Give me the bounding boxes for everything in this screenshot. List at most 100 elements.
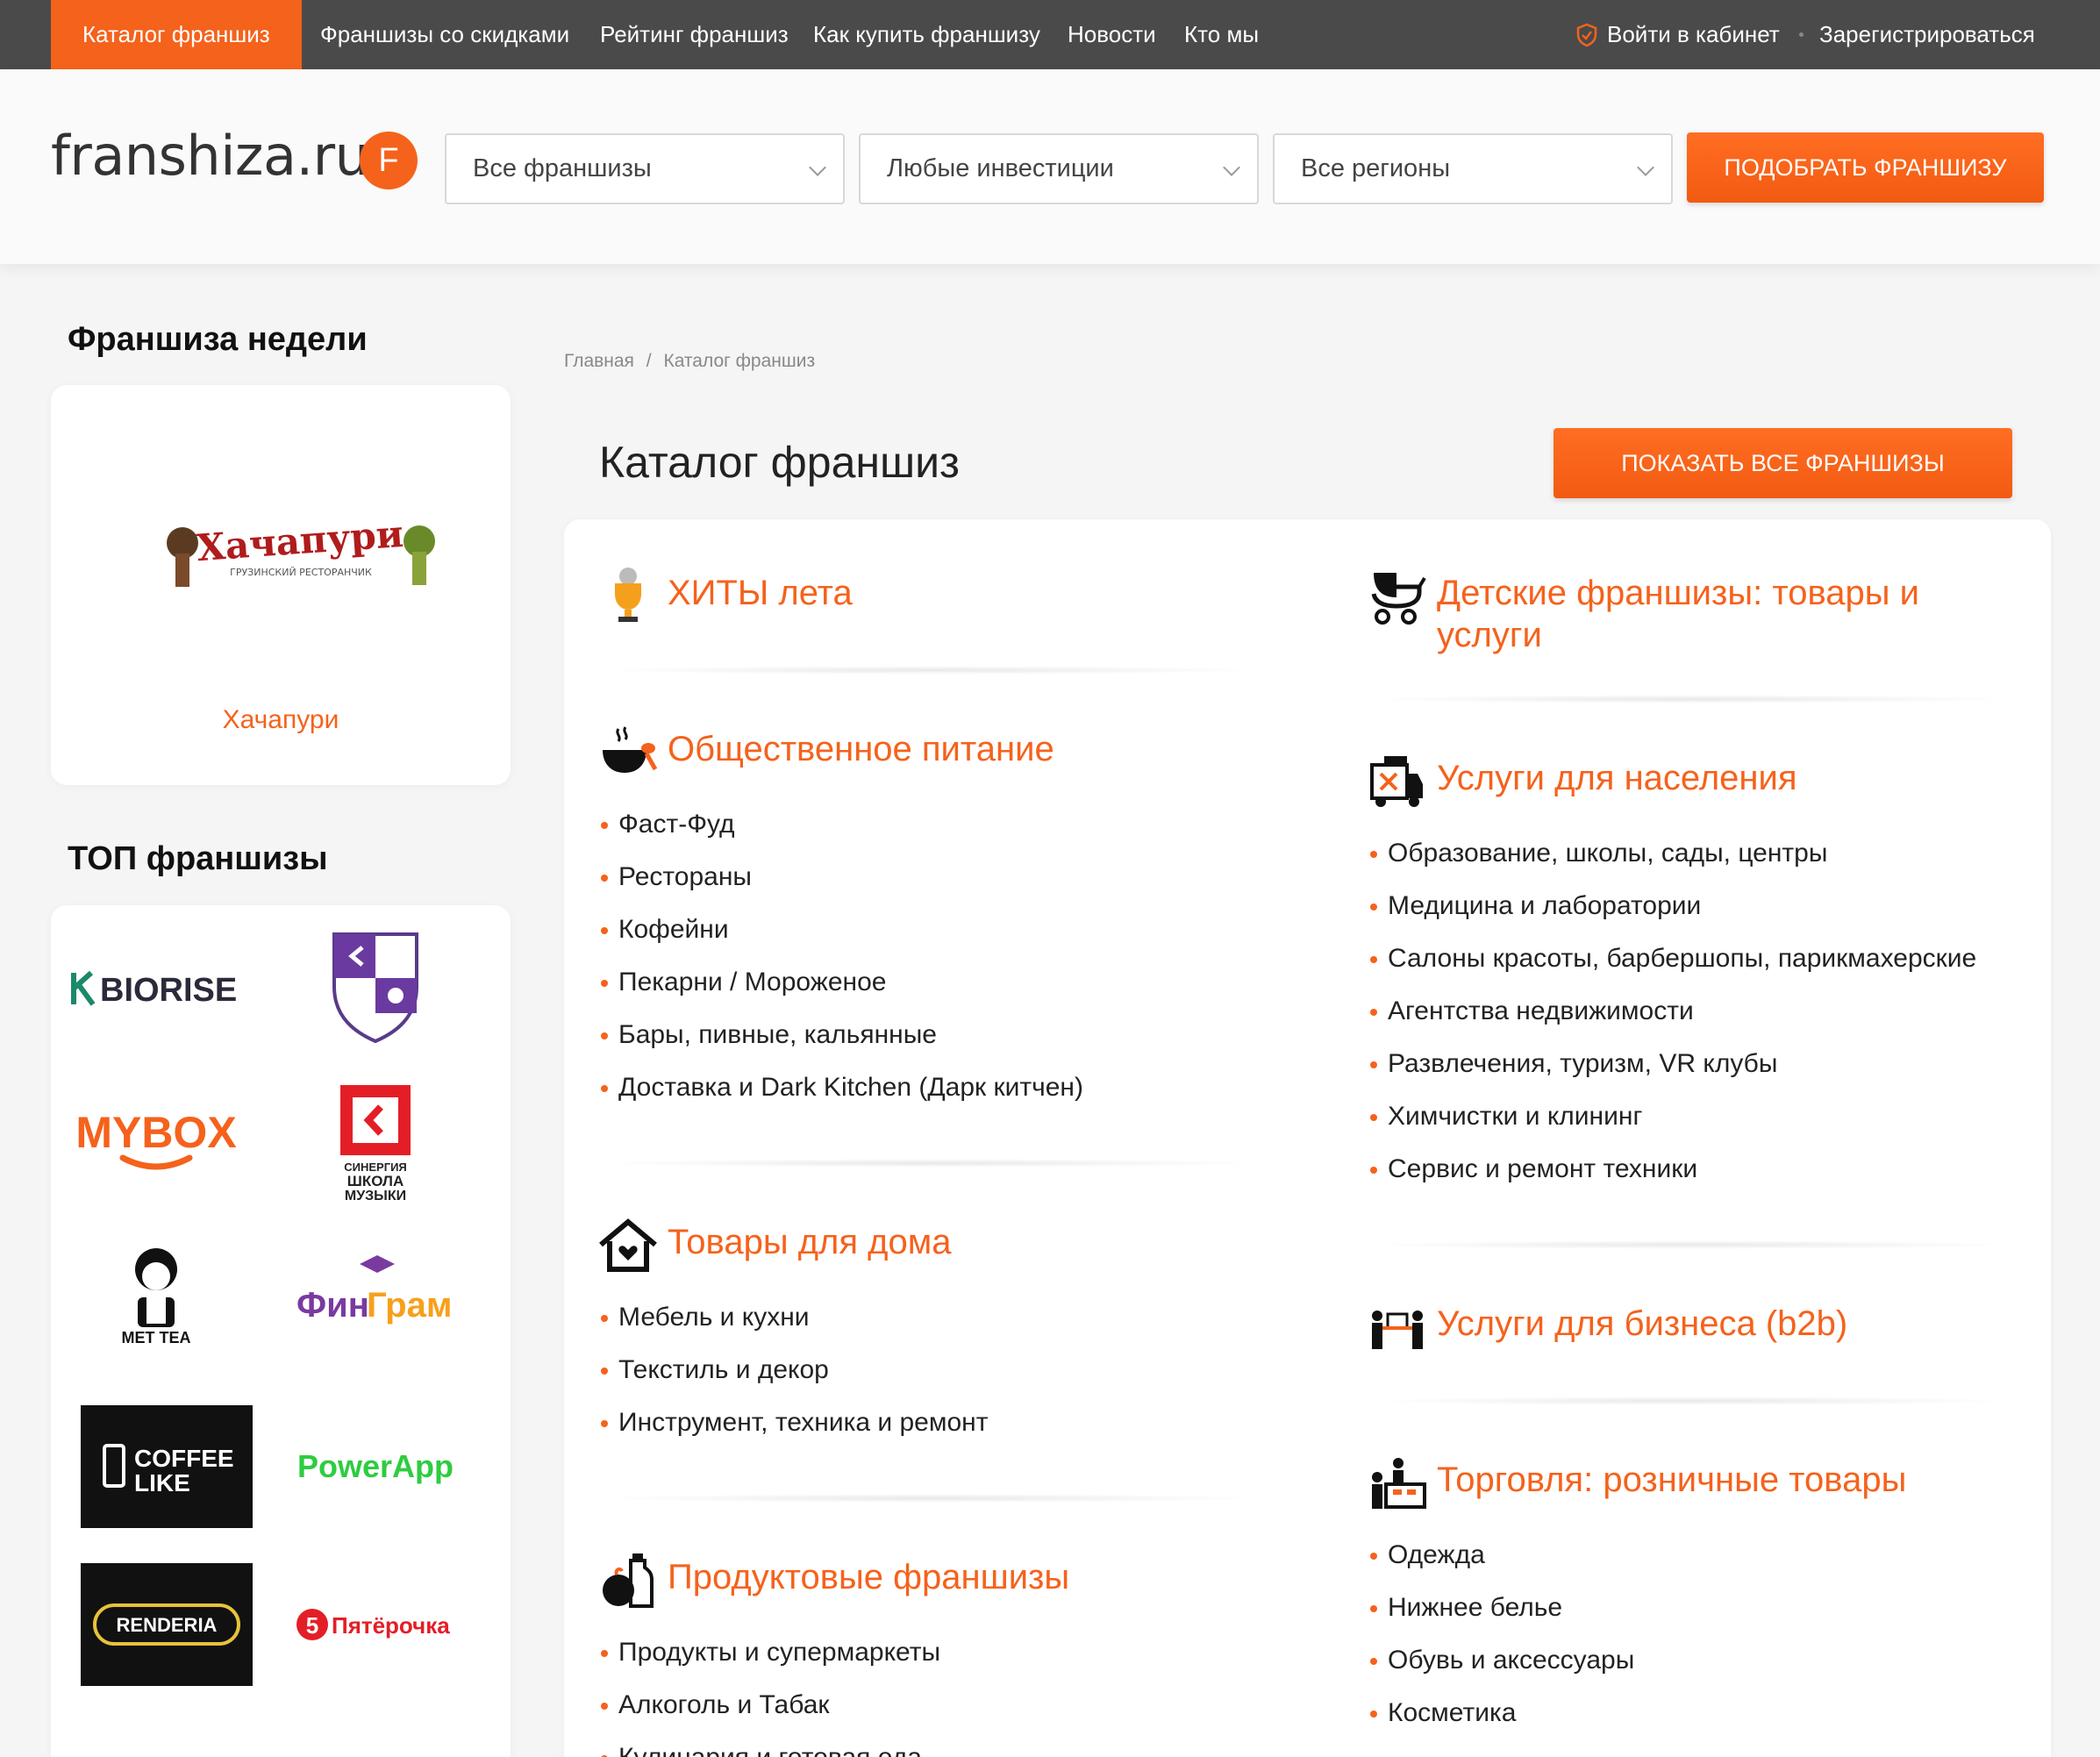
- top-franchises-title: ТОП франшизы: [68, 840, 328, 877]
- svg-text:MET TEA: MET TEA: [122, 1329, 191, 1346]
- nav-catalog[interactable]: Каталог франшиз: [51, 0, 302, 69]
- category-food: Общественное питание Фаст-Фуд Рестораны …: [597, 722, 1264, 1168]
- investment-select[interactable]: Любые инвестиции: [859, 133, 1259, 204]
- subcategory-link[interactable]: Рестораны: [601, 857, 1264, 910]
- region-select[interactable]: Все регионы: [1273, 133, 1673, 204]
- nav-how-to-buy[interactable]: Как купить франшизу: [813, 0, 1040, 69]
- franchise-type-value: Все франшизы: [473, 154, 652, 182]
- show-all-button[interactable]: ПОКАЗАТЬ ВСЕ ФРАНШИЗЫ: [1554, 428, 2012, 498]
- subcategory-list: Продукты и супермаркеты Алкоголь и Табак…: [601, 1632, 1264, 1757]
- divider: [1367, 1240, 2016, 1249]
- svg-text:Фин: Фин: [296, 1286, 369, 1325]
- svg-text:Грам: Грам: [367, 1286, 452, 1325]
- breadcrumb-home[interactable]: Главная: [564, 351, 634, 371]
- login-link[interactable]: Войти в кабинет: [1575, 0, 1780, 69]
- subcategory-link[interactable]: Продукты и супермаркеты: [601, 1632, 1264, 1685]
- subcategory-link[interactable]: Мебель и кухни: [601, 1297, 1264, 1350]
- svg-text:ГРУЗИНСКИЙ РЕСТОРАНЧИК: ГРУЗИНСКИЙ РЕСТОРАНЧИК: [230, 567, 372, 578]
- svg-text:RENDERIA: RENDERIA: [117, 1614, 218, 1636]
- header: franshiza.ru F Все франшизы Любые инвест…: [0, 69, 2100, 264]
- nav-about[interactable]: Кто мы: [1184, 0, 1259, 69]
- top-logo-powerapp[interactable]: PowerApp: [289, 1405, 461, 1528]
- category-title[interactable]: Общественное питание: [668, 728, 1054, 770]
- investment-value: Любые инвестиции: [887, 154, 1114, 182]
- subcategory-link[interactable]: Образование, школы, сады, центры: [1370, 833, 2016, 886]
- catalog-left-column: ХИТЫ лета Общественное питание Фаст-Фуд …: [597, 566, 1264, 1757]
- subcategory-link[interactable]: Салоны красоты, барбершопы, парикмахерск…: [1370, 939, 2016, 991]
- page-title: Каталог франшиз: [599, 438, 960, 487]
- breadcrumb-current: Каталог франшиз: [663, 351, 816, 371]
- divider: [1367, 695, 2016, 704]
- category-title[interactable]: Товары для дома: [668, 1221, 952, 1263]
- subcategory-link[interactable]: Пекарни / Мороженое: [601, 962, 1264, 1015]
- subcategory-link[interactable]: Бары, пивные, кальянные: [601, 1015, 1264, 1068]
- category-title[interactable]: Продуктовые франшизы: [668, 1556, 1069, 1598]
- week-franchise-card[interactable]: Хачапури ГРУЗИНСКИЙ РЕСТОРАНЧИК Хачапури: [51, 385, 511, 785]
- category-grocery: Продуктовые франшизы Продукты и супермар…: [597, 1550, 1264, 1757]
- category-title[interactable]: Торговля: розничные товары: [1437, 1459, 1906, 1501]
- svg-text:5: 5: [306, 1612, 318, 1639]
- top-logo-mybox[interactable]: MYBOX: [70, 1076, 242, 1208]
- shield-icon: [1576, 23, 1597, 46]
- stroller-icon: [1371, 573, 1426, 625]
- week-franchise-name[interactable]: Хачапури: [51, 705, 511, 735]
- subcategory-link[interactable]: Нижнее белье: [1370, 1588, 2016, 1640]
- subcategory-link[interactable]: Одежда: [1370, 1535, 2016, 1588]
- subcategory-link[interactable]: Кулинария и готовая еда: [601, 1738, 1264, 1757]
- top-logo-pyaterochka[interactable]: 5 Пятёрочка: [289, 1563, 461, 1686]
- category-title[interactable]: Услуги для бизнеса (b2b): [1437, 1303, 1847, 1345]
- top-logo-fingram[interactable]: Фин Грам: [289, 1234, 461, 1366]
- category-title[interactable]: Детские франшизы: товары и услуги: [1437, 572, 2016, 656]
- subcategory-link[interactable]: Косметика: [1370, 1693, 2016, 1746]
- category-title[interactable]: Услуги для населения: [1437, 757, 1797, 799]
- subcategory-link[interactable]: Кофейни: [601, 910, 1264, 962]
- subcategory-link[interactable]: Обувь и аксессуары: [1370, 1640, 2016, 1693]
- home-heart-icon: [599, 1218, 657, 1272]
- find-franchise-button[interactable]: ПОДОБРАТЬ ФРАНШИЗУ: [1687, 132, 2044, 203]
- top-logo-shield[interactable]: [289, 918, 461, 1050]
- category-title[interactable]: ХИТЫ лета: [668, 572, 853, 614]
- logo-badge-icon[interactable]: F: [360, 132, 418, 189]
- svg-text:МУЗЫКИ: МУЗЫКИ: [345, 1189, 406, 1203]
- khachapuri-logo-image: Хачапури ГРУЗИНСКИЙ РЕСТОРАНЧИК: [167, 512, 435, 587]
- site-logo[interactable]: franshiza.ru: [51, 124, 369, 188]
- nav-rating[interactable]: Рейтинг франшиз: [600, 0, 789, 69]
- svg-text:LIKE: LIKE: [134, 1469, 190, 1496]
- register-link[interactable]: Зарегистрироваться: [1819, 0, 2035, 69]
- divider: [597, 666, 1264, 675]
- subcategory-link[interactable]: Агентства недвижимости: [1370, 991, 2016, 1044]
- subcategory-list: Одежда Нижнее белье Обувь и аксессуары К…: [1370, 1535, 2016, 1746]
- subcategory-link[interactable]: Фаст-Фуд: [601, 804, 1264, 857]
- category-kids: Детские франшизы: товары и услуги: [1367, 566, 2016, 704]
- category-b2b: Услуги для бизнеса (b2b): [1367, 1296, 2016, 1405]
- nav-news[interactable]: Новости: [1068, 0, 1156, 69]
- category-home-goods: Товары для дома Мебель и кухни Текстиль …: [597, 1215, 1264, 1503]
- subcategory-link[interactable]: Доставка и Dark Kitchen (Дарк китчен): [601, 1068, 1264, 1120]
- svg-text:Пятёрочка: Пятёрочка: [332, 1612, 450, 1639]
- franchise-type-select[interactable]: Все франшизы: [445, 133, 845, 204]
- subcategory-link[interactable]: Алкоголь и Табак: [601, 1685, 1264, 1738]
- nav-discounts[interactable]: Франшизы со скидками: [320, 0, 569, 69]
- grocery-icon: [603, 1553, 654, 1608]
- subcategory-link[interactable]: Развлечения, туризм, VR клубы: [1370, 1044, 2016, 1096]
- top-logo-coffee-like[interactable]: COFFEE LIKE: [81, 1405, 253, 1528]
- top-logo-synergy-music[interactable]: СИНЕРГИЯ ШКОЛА МУЗЫКИ: [289, 1076, 461, 1208]
- subcategory-link[interactable]: Текстиль и декор: [601, 1350, 1264, 1403]
- subcategory-link[interactable]: Химчистки и клининг: [1370, 1096, 2016, 1149]
- top-logo-biorise[interactable]: BIORISE: [70, 923, 242, 1054]
- top-logo-renderia[interactable]: RENDERIA: [81, 1563, 253, 1686]
- divider: [597, 1494, 1264, 1503]
- top-franchises-card: BIORISE MYBOX СИНЕРГИЯ ШКОЛА МУЗЫКИ MET TE…: [51, 905, 511, 1757]
- food-bowl-icon: [603, 726, 658, 773]
- svg-text:ШКОЛА: ШКОЛА: [347, 1173, 404, 1189]
- subcategory-list: Мебель и кухни Текстиль и декор Инструме…: [601, 1297, 1264, 1455]
- top-logo-met-tea[interactable]: MET TEA: [70, 1234, 242, 1366]
- subcategory-link[interactable]: Инструмент, техника и ремонт: [601, 1403, 1264, 1455]
- divider: [1367, 1396, 2016, 1405]
- subcategory-list: Образование, школы, сады, центры Медицин…: [1370, 833, 2016, 1202]
- chevron-down-icon: [1637, 159, 1654, 176]
- retail-counter-icon: [1372, 1458, 1426, 1509]
- subcategory-link[interactable]: Сервис и ремонт техники: [1370, 1149, 2016, 1202]
- breadcrumb-separator: /: [646, 351, 652, 371]
- subcategory-link[interactable]: Медицина и лаборатории: [1370, 886, 2016, 939]
